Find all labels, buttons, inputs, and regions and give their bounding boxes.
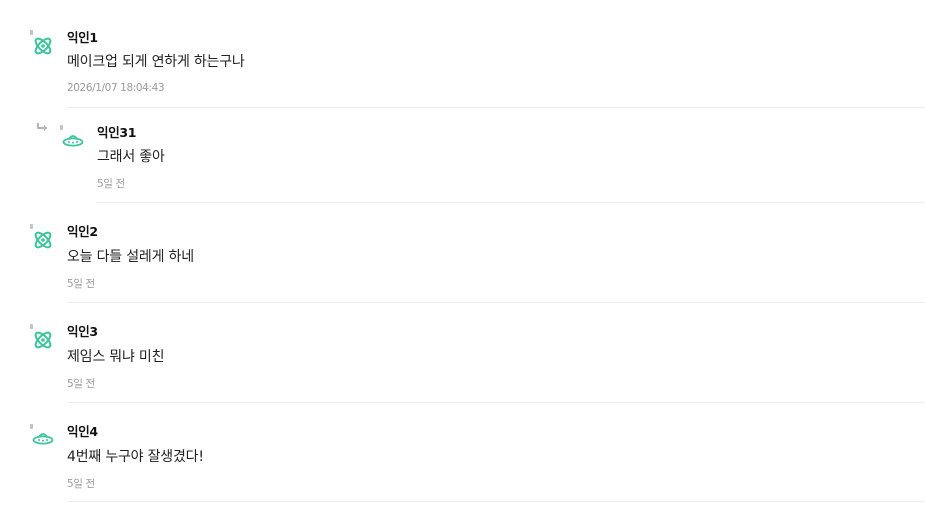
comment-timestamp: 2026/1/07 18:04:43	[67, 82, 165, 94]
comment-text: 메이크업 되게 연하게 하는구나	[67, 54, 245, 70]
comment-item: 익인4 4번째 누구야 잘생겼다! 5일 전	[0, 403, 925, 503]
reply-item: 익인31 그래서 좋아 5일 전	[0, 108, 925, 203]
comment-nickname[interactable]: 익인3	[67, 321, 98, 340]
comment-nickname[interactable]: 익인31	[97, 122, 137, 141]
comment-list: 익인1 메이크업 되게 연하게 하는구나 2026/1/07 18:04:43 …	[0, 0, 925, 510]
comment-nickname[interactable]: 익인4	[67, 421, 98, 440]
comment-timestamp: 5일 전	[67, 378, 95, 390]
atom-icon[interactable]	[32, 329, 54, 351]
comment-text: 그래서 좋아	[97, 149, 165, 165]
ufo-icon[interactable]	[32, 428, 54, 450]
comment-text: 오늘 다들 설레게 하네	[67, 249, 194, 265]
atom-icon[interactable]	[32, 229, 54, 251]
comment-timestamp: 5일 전	[97, 178, 125, 190]
comment-text: 4번째 누구야 잘생겼다!	[67, 449, 204, 465]
comment-nickname[interactable]: 익인1	[67, 27, 98, 46]
comment-item: 익인2 오늘 다들 설레게 하네 5일 전	[0, 203, 925, 303]
divider	[67, 501, 925, 502]
atom-icon[interactable]	[32, 35, 54, 57]
ufo-icon[interactable]	[62, 130, 84, 152]
comment-timestamp: 5일 전	[67, 478, 95, 490]
comment-item: 익인1 메이크업 되게 연하게 하는구나 2026/1/07 18:04:43	[0, 0, 925, 108]
comment-nickname[interactable]: 익인2	[67, 221, 98, 240]
comment-item: 익인3 제임스 뭐냐 미친 5일 전	[0, 303, 925, 403]
comment-timestamp: 5일 전	[67, 278, 95, 290]
reply-arrow-icon	[37, 123, 48, 131]
comment-text: 제임스 뭐냐 미친	[67, 349, 165, 365]
